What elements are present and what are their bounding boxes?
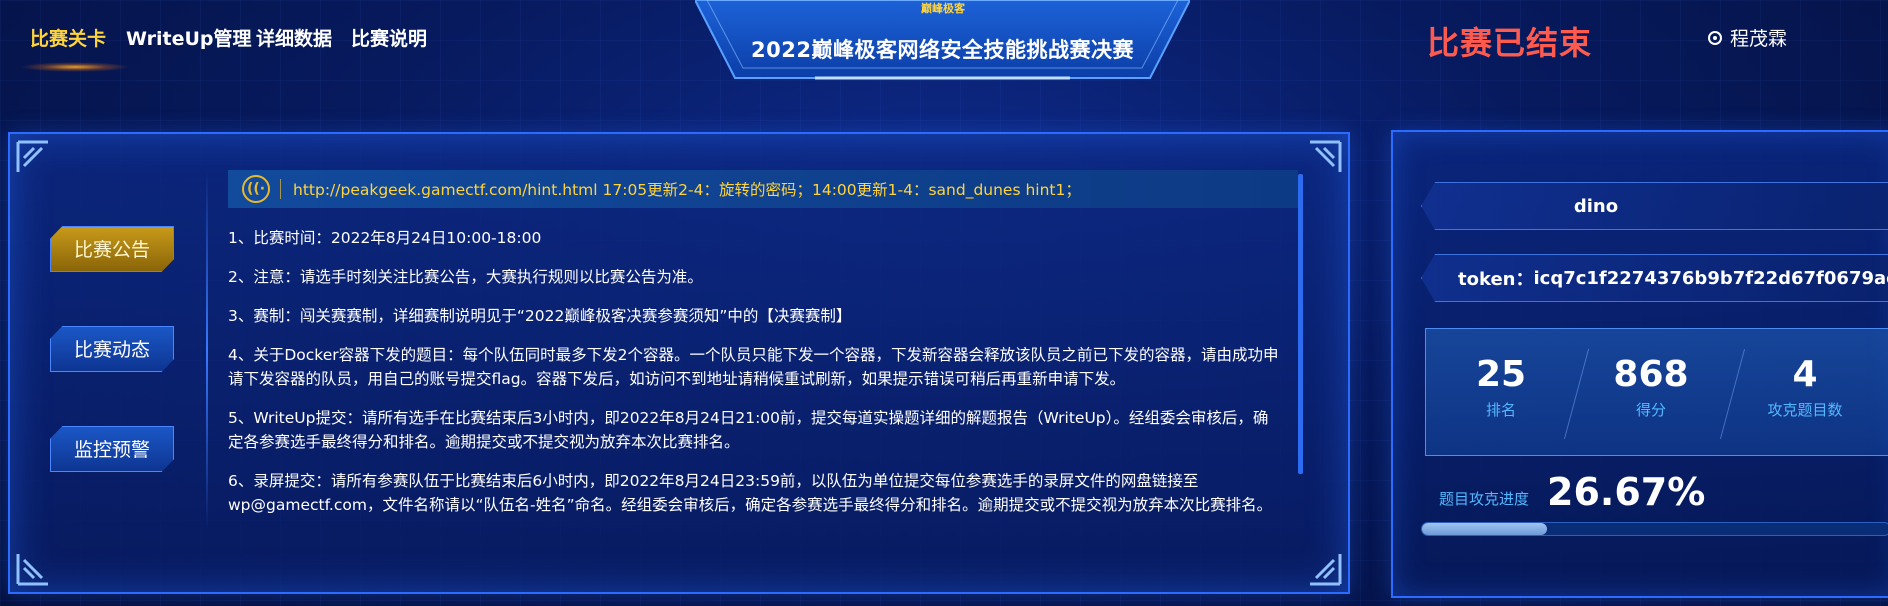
notice-list[interactable]: 1、比赛时间：2022年8月24日10:00-18:00 2、注意：请选手时刻关… — [228, 226, 1283, 526]
team-name-row: dino — [1421, 182, 1888, 230]
user-radio-icon — [1708, 30, 1722, 45]
nav-item-levels[interactable]: 比赛关卡 — [30, 24, 106, 51]
page-title: 2022巅峰极客网络安全技能挑战赛决赛 — [751, 38, 1134, 62]
team-panel: dino token： icq7c1f2274376b9b7f22d67f067… — [1391, 130, 1888, 598]
stat-solved: 4 攻克题目数 — [1730, 353, 1880, 420]
list-item: 1、比赛时间：2022年8月24日10:00-18:00 — [228, 229, 542, 247]
stats-box: 25 排名 868 得分 4 攻克题目数 — [1425, 328, 1888, 456]
broadcast-icon: ((· — [242, 175, 270, 203]
hint-separator — [280, 179, 281, 199]
competition-status: 比赛已结束 — [1427, 24, 1593, 62]
title-banner: 巅峰极客 2022巅峰极客网络安全技能挑战赛决赛 — [695, 0, 1190, 80]
progress-value: 26.67% — [1547, 470, 1706, 514]
corner-decoration-icon — [1310, 140, 1342, 172]
stat-rank: 25 排名 — [1426, 353, 1576, 420]
nav-active-glow — [20, 62, 130, 72]
brand-logo: 巅峰极客 — [921, 2, 965, 15]
list-item: 6、录屏提交：请所有参赛队伍于比赛结束后6小时内，即2022年8月24日23:5… — [228, 472, 1273, 514]
progress-bar — [1421, 522, 1888, 536]
hint-text[interactable]: http://peakgeek.gamectf.com/hint.html 17… — [293, 178, 1081, 200]
tab-announcements[interactable]: 比赛公告 — [50, 226, 174, 272]
token-label: token： — [1458, 269, 1534, 290]
vertical-divider — [206, 170, 208, 530]
announcement-panel: 比赛公告 比赛动态 监控预警 ((· http://peakgeek.gamec… — [8, 132, 1350, 594]
token-row: token： icq7c1f2274376b9b7f22d67f0679aef — [1421, 254, 1888, 302]
nav-item-rules[interactable]: 比赛说明 — [351, 24, 427, 51]
nav-item-details[interactable]: 详细数据 — [256, 24, 332, 51]
stat-value: 4 — [1792, 354, 1818, 395]
list-item: 2、注意：请选手时刻关注比赛公告，大赛执行规则以比赛公告为准。 — [228, 268, 703, 286]
list-item: 3、赛制：闯关赛赛制，详细赛制说明见于“2022巅峰极客决赛参赛须知”中的【决赛… — [228, 307, 852, 325]
progress-fill — [1422, 523, 1547, 535]
list-item: 5、WriteUp提交：请所有选手在比赛结束后3小时内，即2022年8月24日2… — [228, 409, 1269, 451]
top-nav: 比赛关卡 WriteUp管理 详细数据 比赛说明 — [0, 0, 700, 78]
progress-label: 题目攻克进度 — [1439, 490, 1530, 508]
list-item: 4、关于Docker容器下发的题目：每个队伍同时最多下发2个容器。一个队员只能下… — [228, 346, 1279, 388]
user-menu[interactable]: 程茂霖 — [1708, 24, 1787, 51]
stat-value: 25 — [1475, 354, 1527, 395]
hint-bar: ((· http://peakgeek.gamectf.com/hint.htm… — [228, 170, 1298, 208]
team-name: dino — [1573, 195, 1619, 217]
corner-decoration-icon — [1310, 554, 1342, 586]
corner-decoration-icon — [16, 140, 48, 172]
user-name: 程茂霖 — [1730, 28, 1788, 50]
corner-decoration-icon — [16, 554, 48, 586]
stat-label: 得分 — [1635, 401, 1666, 419]
tab-dynamics[interactable]: 比赛动态 — [50, 326, 174, 372]
stat-score: 868 得分 — [1576, 353, 1726, 420]
tab-monitoring[interactable]: 监控预警 — [50, 426, 174, 472]
stat-value: 868 — [1613, 354, 1689, 395]
scrollbar[interactable] — [1298, 174, 1303, 474]
stat-label: 排名 — [1485, 401, 1516, 419]
stat-label: 攻克题目数 — [1767, 401, 1843, 419]
token-value[interactable]: icq7c1f2274376b9b7f22d67f0679aef — [1533, 268, 1888, 289]
nav-item-writeup[interactable]: WriteUp管理 — [126, 24, 252, 51]
